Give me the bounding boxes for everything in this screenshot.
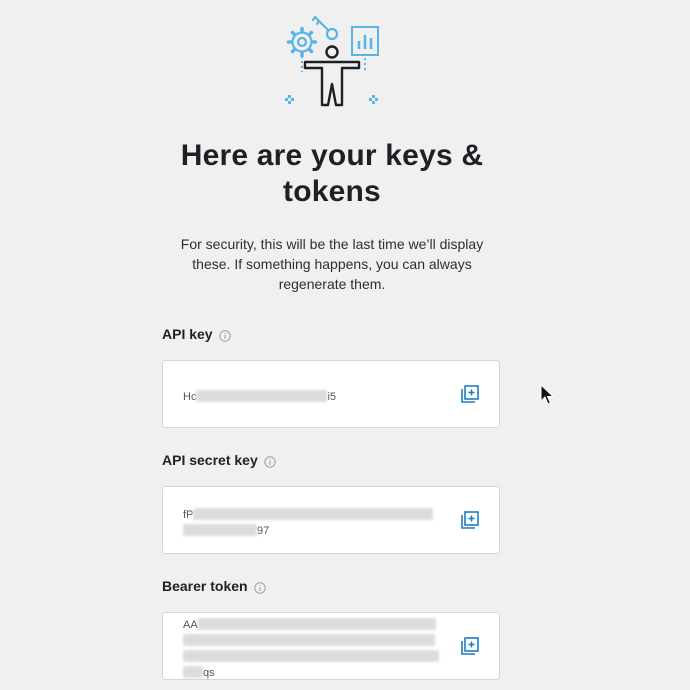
api-secret-key-value-start: fP [183, 509, 194, 521]
masked-secret [183, 524, 257, 536]
api-key-label: API key [162, 326, 231, 342]
masked-secret [197, 618, 436, 630]
info-icon[interactable] [218, 330, 231, 342]
api-key-value-end: i5 [327, 391, 337, 403]
bearer-token-value-end: qs [203, 667, 215, 679]
masked-secret [196, 390, 328, 402]
info-icon[interactable] [264, 456, 276, 468]
copy-icon[interactable] [459, 509, 481, 531]
keys-and-tokens-page: Here are your keys & tokens For security… [0, 0, 690, 690]
api-secret-key-label: API secret key [162, 452, 276, 468]
api-secret-key-label-text: API secret key [162, 452, 258, 468]
api-key-field[interactable]: Hc i5 [162, 360, 500, 428]
masked-secret [193, 508, 434, 520]
bearer-token-value: AA qs [183, 617, 443, 681]
bearer-token-field[interactable]: AA qs [162, 612, 500, 680]
masked-secret [183, 650, 439, 662]
bearer-token-label: Bearer token [162, 578, 266, 594]
copy-icon[interactable] [459, 383, 481, 405]
gear-icon [286, 26, 318, 58]
api-secret-key-value-end: 97 [257, 525, 270, 537]
page-title: Here are your keys & tokens [180, 139, 484, 208]
api-key-value: Hc i5 [183, 389, 443, 405]
key-icon [311, 15, 339, 41]
copy-icon[interactable] [459, 635, 481, 657]
api-key-value-start: Hc [183, 391, 197, 403]
page-subtitle: For security, this will be the last time… [180, 236, 484, 292]
sparkle-icon [285, 95, 378, 104]
bar-chart-icon [351, 26, 379, 56]
person-icon [303, 45, 361, 107]
masked-secret [183, 634, 435, 646]
bearer-token-value-start: AA [183, 619, 198, 631]
developer-illustration [285, 15, 379, 107]
mouse-cursor-icon [540, 384, 555, 405]
api-secret-key-field[interactable]: fP 97 [162, 486, 500, 554]
info-icon[interactable] [253, 582, 266, 594]
api-secret-key-value: fP 97 [183, 507, 443, 539]
api-key-label-text: API key [162, 326, 213, 342]
bearer-token-label-text: Bearer token [162, 578, 248, 594]
masked-secret [183, 666, 203, 678]
